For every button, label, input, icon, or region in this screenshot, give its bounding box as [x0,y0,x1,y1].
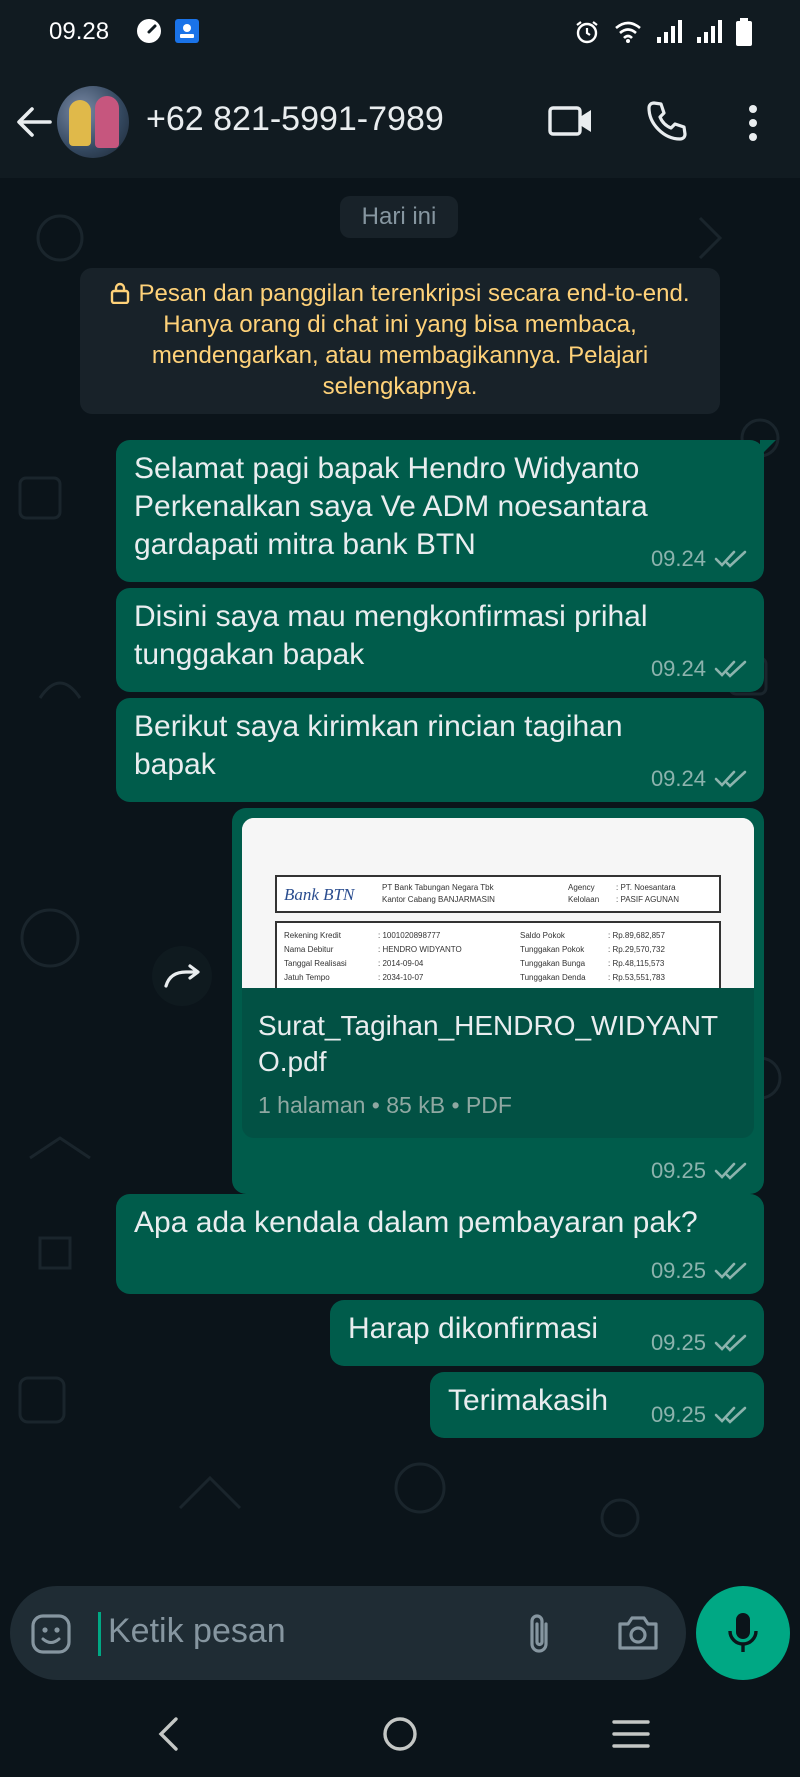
status-time: 09.28 [49,18,110,45]
status-bar: 09.28 [0,0,800,66]
microphone-icon [728,1613,758,1652]
signal-icon [657,20,682,43]
chat-header: +62 821-5991-7989 [0,66,800,178]
svg-text:Saldo Pokok: Saldo Pokok [520,931,566,940]
wifi-icon [615,21,641,43]
nav-recents-icon[interactable] [612,1716,650,1752]
status-left-icons [136,18,200,44]
svg-text:Tunggakan Pokok: Tunggakan Pokok [520,945,585,954]
message-bubble[interactable]: Disini saya mau mengkonfirmasi prihal tu… [116,588,764,692]
message-meta: 09.25 [651,1258,748,1284]
back-arrow-icon[interactable] [14,102,54,142]
message-meta: 09.24 [651,656,748,682]
lock-icon [111,282,130,304]
svg-text:Nama Debitur: Nama Debitur [284,945,334,954]
message-text: Apa ada kendala dalam pembayaran pak? [134,1206,698,1239]
svg-text:: Rp.29,570,732: : Rp.29,570,732 [608,945,665,954]
attachment-icon[interactable] [524,1612,554,1656]
battery-icon [736,18,752,46]
message-input[interactable]: Ketik pesan [108,1612,286,1651]
voice-record-button[interactable] [696,1586,790,1680]
forward-icon [164,964,200,988]
camera-icon[interactable] [616,1614,660,1652]
nav-home-icon[interactable] [382,1716,418,1752]
document-message[interactable]: Bank BTN PT Bank Tabungan Negara Tbk Kan… [232,808,764,1194]
document-card[interactable]: Bank BTN PT Bank Tabungan Negara Tbk Kan… [242,818,754,1138]
message-time: 09.25 [650,1258,706,1283]
forward-button[interactable] [152,946,212,1006]
message-text: Disini saya mau mengkonfirmasi prihal tu… [134,600,648,671]
video-call-icon[interactable] [548,102,594,140]
message-meta: 09.24 [651,546,748,572]
encryption-text: Pesan dan panggilan terenkripsi secara e… [138,280,690,400]
message-time: 09.24 [650,766,706,791]
double-check-icon [714,1262,747,1280]
document-info: 1 halaman • 85 kB • PDF [258,1092,512,1118]
svg-text:: Rp.53,551,783: : Rp.53,551,783 [608,973,665,982]
document-preview: Bank BTN PT Bank Tabungan Negara Tbk Kan… [242,818,754,993]
double-check-icon [714,770,747,788]
svg-text:: Rp.48,115,573: : Rp.48,115,573 [608,959,665,968]
avatar[interactable] [57,86,129,158]
more-vert-icon[interactable] [746,104,760,142]
svg-text:Kelolaan: Kelolaan [568,895,599,904]
svg-text:Kantor Cabang BANJARMASIN: Kantor Cabang BANJARMASIN [382,895,495,904]
message-meta: 09.25 [651,1402,748,1428]
svg-text:Tunggakan Denda: Tunggakan Denda [520,973,586,982]
message-bubble[interactable]: Harap dikonfirmasi 09.25 [330,1300,764,1366]
message-time: 09.25 [650,1158,706,1183]
text-cursor [98,1612,101,1656]
message-meta: 09.25 [651,1330,748,1356]
double-check-icon [714,1334,747,1352]
nav-back-icon[interactable] [156,1716,180,1752]
double-check-icon [714,1406,747,1424]
svg-text:Agency: Agency [568,883,595,892]
double-check-icon [714,1162,747,1180]
svg-text:Tunggakan Bunga: Tunggakan Bunga [520,959,586,968]
svg-text:Tanggal Realisasi: Tanggal Realisasi [284,959,347,968]
message-bubble[interactable]: Selamat pagi bapak Hendro Widyanto Perke… [116,440,776,582]
double-check-icon [714,660,747,678]
message-time: 09.25 [650,1330,706,1355]
svg-text:: Rp.89,682,857: : Rp.89,682,857 [608,931,665,940]
alarm-icon [576,21,598,44]
svg-text:Rekening Kredit: Rekening Kredit [284,931,342,940]
svg-text:: HENDRO WIDYANTO: : HENDRO WIDYANTO [378,945,462,954]
message-text: Berikut saya kirimkan rincian tagihan ba… [134,710,623,781]
message-bubble[interactable]: Berikut saya kirimkan rincian tagihan ba… [116,698,764,802]
contact-name[interactable]: +62 821-5991-7989 [146,100,444,139]
sticker-icon[interactable] [30,1613,72,1655]
document-filename: Surat_Tagihan_HENDRO_WIDYANTO.pdf [258,1010,719,1077]
bill-preview-image: Bank BTN PT Bank Tabungan Negara Tbk Kan… [242,818,754,993]
svg-text:: 1001020898777: : 1001020898777 [378,931,441,940]
message-time: 09.24 [650,546,706,571]
phone-call-icon[interactable] [646,100,688,142]
message-meta: 09.25 [651,1158,748,1184]
message-bubble[interactable]: Terimakasih 09.25 [430,1372,764,1438]
svg-text:Bank BTN: Bank BTN [284,885,356,904]
speedometer-icon [137,19,161,43]
message-time: 09.25 [650,1402,706,1427]
day-separator: Hari ini [340,196,458,238]
chat-area[interactable]: Hari ini Pesan dan panggilan terenkripsi… [0,178,800,1586]
svg-text:: PASIF AGUNAN: : PASIF AGUNAN [616,895,679,904]
status-right-icons [574,18,752,46]
message-composer[interactable]: Ketik pesan [10,1586,686,1680]
message-bubble[interactable]: Apa ada kendala dalam pembayaran pak? 09… [116,1194,764,1294]
svg-text:: 2014-09-04: : 2014-09-04 [378,959,424,968]
message-time: 09.24 [650,656,706,681]
message-meta: 09.24 [651,766,748,792]
svg-text:: PT. Noesantara: : PT. Noesantara [616,883,676,892]
double-check-icon [714,550,747,568]
svg-text:: 2034-10-07: : 2034-10-07 [378,973,424,982]
system-nav-bar [0,1690,800,1777]
svg-text:Jatuh Tempo: Jatuh Tempo [284,973,330,982]
signal-icon [697,20,722,43]
encryption-notice[interactable]: Pesan dan panggilan terenkripsi secara e… [80,268,720,414]
svg-text:PT Bank Tabungan Negara Tbk: PT Bank Tabungan Negara Tbk [382,883,495,892]
app-badge-icon [175,19,199,43]
